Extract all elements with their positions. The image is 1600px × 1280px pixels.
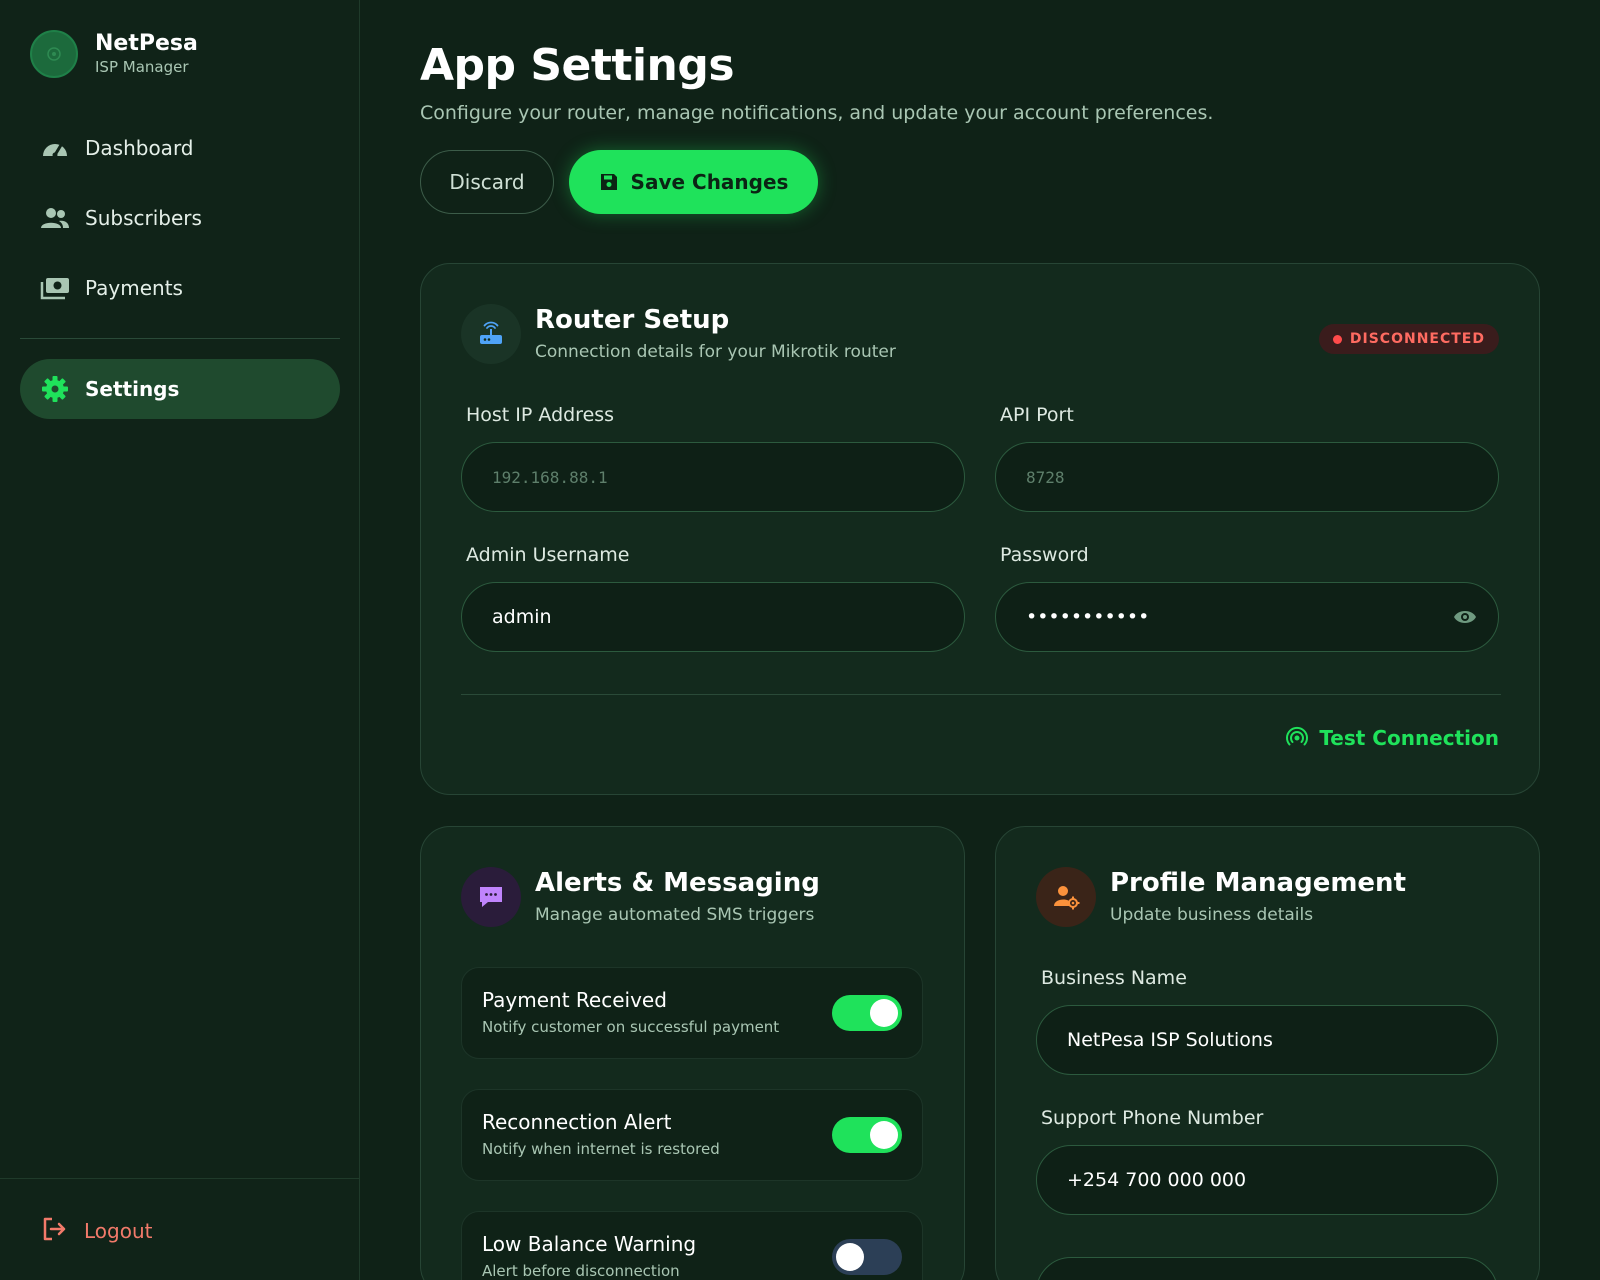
router-setup-card: Router Setup Connection details for your… xyxy=(420,263,1540,795)
router-card-title: Router Setup xyxy=(535,305,730,335)
api-port-input[interactable] xyxy=(1026,467,1498,487)
alert-title: Reconnection Alert xyxy=(482,1110,672,1134)
brand-subtitle: ISP Manager xyxy=(95,58,189,76)
business-name-input[interactable] xyxy=(1067,1029,1497,1051)
host-ip-label: Host IP Address xyxy=(466,404,615,426)
alert-title: Low Balance Warning xyxy=(482,1232,697,1256)
alert-reconnection: Reconnection Alert Notify when internet … xyxy=(461,1089,923,1181)
sidebar-item-payments[interactable]: Payments xyxy=(20,258,340,318)
admin-username-field[interactable] xyxy=(461,582,965,652)
toggle-knob xyxy=(836,1243,864,1271)
gear-icon xyxy=(40,376,70,402)
profile-card-title: Profile Management xyxy=(1110,868,1406,898)
low-balance-toggle[interactable] xyxy=(832,1239,902,1275)
alert-title: Payment Received xyxy=(482,988,667,1012)
router-divider xyxy=(461,694,1501,695)
alerts-messaging-card: Alerts & Messaging Manage automated SMS … xyxy=(420,826,965,1280)
save-changes-button[interactable]: Save Changes xyxy=(569,150,818,214)
save-button-label: Save Changes xyxy=(630,170,789,194)
page-subtitle: Configure your router, manage notificati… xyxy=(420,102,1214,124)
business-name-field[interactable] xyxy=(1036,1005,1498,1075)
admin-username-label: Admin Username xyxy=(466,544,630,566)
status-dot-icon xyxy=(1332,334,1342,344)
status-text: DISCONNECTED xyxy=(1349,331,1485,347)
sidebar: NetPesa ISP Manager Dashboard Subscriber… xyxy=(0,0,360,1280)
gauge-icon xyxy=(40,135,70,161)
test-connection-label: Test Connection xyxy=(1319,726,1499,750)
host-ip-input[interactable] xyxy=(492,467,964,487)
alerts-card-title: Alerts & Messaging xyxy=(535,868,820,898)
password-field[interactable] xyxy=(995,582,1499,652)
logout-button[interactable]: Logout xyxy=(40,1215,152,1247)
money-icon xyxy=(40,275,70,301)
host-ip-field[interactable] xyxy=(461,442,965,512)
alert-low-balance: Low Balance Warning Alert before disconn… xyxy=(461,1211,923,1280)
profile-management-card: Profile Management Update business detai… xyxy=(995,826,1540,1280)
sidebar-item-label: Subscribers xyxy=(85,206,202,230)
signal-icon xyxy=(1285,724,1309,752)
toggle-knob xyxy=(870,1121,898,1149)
alerts-card-subtitle: Manage automated SMS triggers xyxy=(535,905,815,925)
page-title: App Settings xyxy=(420,40,735,91)
nav-divider xyxy=(20,338,340,339)
router-icon xyxy=(461,304,521,364)
alert-description: Notify customer on successful payment xyxy=(482,1018,780,1036)
user-settings-icon xyxy=(1036,867,1096,927)
toggle-knob xyxy=(870,999,898,1027)
api-port-label: API Port xyxy=(1000,404,1074,426)
reconnection-alert-toggle[interactable] xyxy=(832,1117,902,1153)
support-phone-input[interactable] xyxy=(1067,1169,1497,1191)
sidebar-item-label: Settings xyxy=(85,377,180,401)
admin-username-input[interactable] xyxy=(492,606,964,628)
alert-description: Alert before disconnection xyxy=(482,1262,680,1280)
business-name-label: Business Name xyxy=(1041,967,1187,989)
router-card-subtitle: Connection details for your Mikrotik rou… xyxy=(535,342,896,362)
users-icon xyxy=(40,205,70,231)
eye-icon[interactable] xyxy=(1452,605,1478,633)
payment-received-toggle[interactable] xyxy=(832,995,902,1031)
discard-button[interactable]: Discard xyxy=(420,150,554,214)
profile-card-subtitle: Update business details xyxy=(1110,905,1314,925)
sidebar-item-settings[interactable]: Settings xyxy=(20,359,340,419)
test-connection-button[interactable]: Test Connection xyxy=(1285,724,1499,752)
logout-label: Logout xyxy=(84,1219,153,1243)
brand-logo-icon xyxy=(30,30,78,78)
support-phone-field[interactable] xyxy=(1036,1145,1498,1215)
api-port-field[interactable] xyxy=(995,442,1499,512)
brand-name: NetPesa xyxy=(95,31,198,56)
sidebar-nav: Dashboard Subscribers Payments Settings xyxy=(20,118,340,429)
alert-payment-received: Payment Received Notify customer on succ… xyxy=(461,967,923,1059)
support-phone-label: Support Phone Number xyxy=(1041,1107,1264,1129)
password-label: Password xyxy=(1000,544,1089,566)
status-badge: DISCONNECTED xyxy=(1318,324,1499,354)
brand[interactable]: NetPesa ISP Manager xyxy=(30,30,198,78)
save-icon xyxy=(599,172,619,192)
sidebar-item-label: Dashboard xyxy=(85,136,194,160)
sidebar-footer: Logout xyxy=(0,1178,360,1280)
password-input[interactable] xyxy=(1026,606,1498,628)
profile-extra-field[interactable] xyxy=(1036,1257,1498,1280)
message-icon xyxy=(461,867,521,927)
alert-description: Notify when internet is restored xyxy=(482,1140,720,1158)
logout-icon xyxy=(40,1215,68,1247)
sidebar-item-label: Payments xyxy=(85,276,183,300)
sidebar-item-subscribers[interactable]: Subscribers xyxy=(20,188,340,248)
sidebar-item-dashboard[interactable]: Dashboard xyxy=(20,118,340,178)
